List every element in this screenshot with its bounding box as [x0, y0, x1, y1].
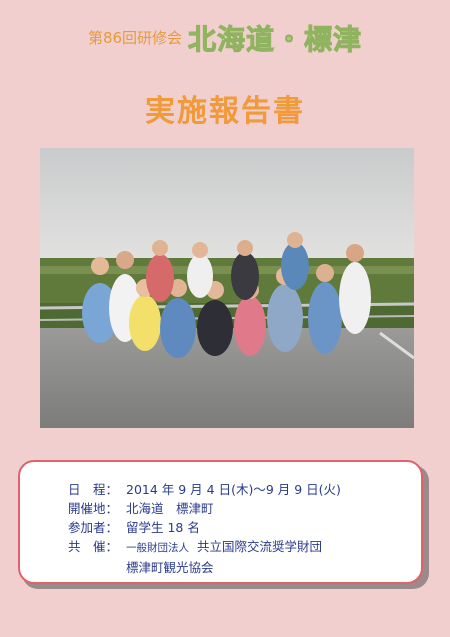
- venue-row: 開催地： 北海道 標津町: [68, 499, 341, 518]
- venue-value: 北海道 標津町: [126, 501, 214, 516]
- date-value: 2014 年 9 月 4 日(木)～9 月 9 日(火): [126, 482, 341, 497]
- sponsor-2: 標津町観光協会: [126, 560, 214, 575]
- date-label: 日 程：: [68, 482, 119, 497]
- sponsor-prefix: 一般財団法人: [126, 542, 189, 554]
- place-title: 北海道・標津: [188, 23, 363, 57]
- participants-label: 参加者：: [68, 520, 119, 535]
- date-row: 日 程： 2014 年 9 月 4 日(木)～9 月 9 日(火): [68, 480, 341, 499]
- participants-value: 留学生 18 名: [126, 520, 200, 535]
- group-photo: [40, 148, 414, 428]
- sponsor-label: 共 催：: [68, 539, 119, 554]
- sponsor-row: 共 催： 一般財団法人 共立国際交流奨学財団: [68, 537, 341, 558]
- sponsor-1: 共立国際交流奨学財団: [196, 539, 322, 554]
- title-line: 第86回研修会 北海道・標津: [0, 18, 450, 58]
- participants-row: 参加者： 留学生 18 名: [68, 518, 341, 537]
- report-title: 実施報告書: [145, 94, 305, 129]
- seminar-number: 第86回研修会: [87, 29, 183, 47]
- venue-label: 開催地：: [68, 501, 119, 516]
- sponsor-2-row: 標津町観光協会: [68, 558, 341, 577]
- info-box: 日 程： 2014 年 9 月 4 日(木)～9 月 9 日(火) 開催地： 北海道…: [18, 460, 423, 584]
